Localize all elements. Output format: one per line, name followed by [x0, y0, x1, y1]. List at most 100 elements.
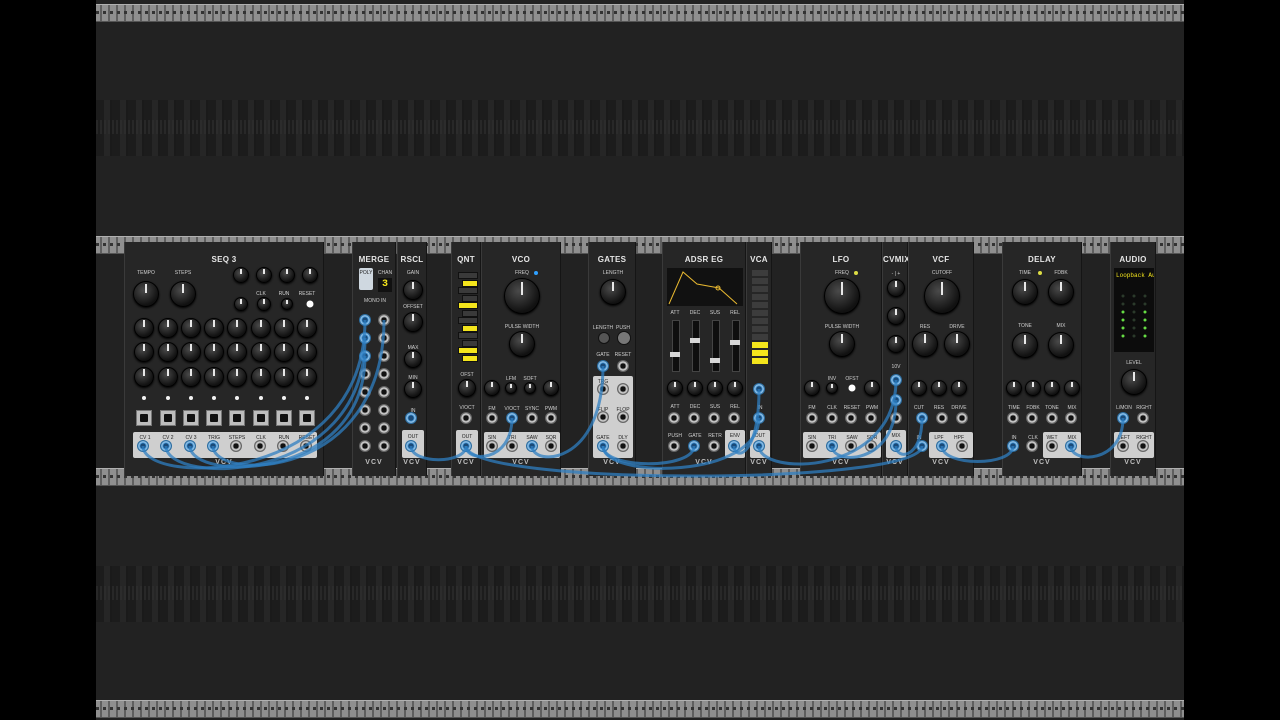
jack-port[interactable]	[1026, 412, 1038, 424]
level-knob[interactable]	[1121, 369, 1147, 395]
inv-switch[interactable]	[826, 382, 838, 394]
jack-port[interactable]	[486, 440, 498, 452]
tempo-knob[interactable]	[133, 281, 159, 307]
tempo-cv-knob[interactable]	[234, 297, 248, 311]
step-knob[interactable]	[158, 318, 178, 338]
soft-switch[interactable]	[524, 382, 536, 394]
jack-port[interactable]	[1007, 440, 1019, 452]
device-name[interactable]: Loopback Aud	[1116, 272, 1154, 279]
jack-port[interactable]	[1026, 440, 1038, 452]
step-knob[interactable]	[274, 318, 294, 338]
pulse-width-knob[interactable]	[829, 331, 855, 357]
step-knob[interactable]	[274, 342, 294, 362]
step-knob[interactable]	[158, 342, 178, 362]
level-1-knob[interactable]	[887, 279, 905, 297]
jack-port[interactable]	[207, 440, 219, 452]
note-key[interactable]	[458, 332, 478, 339]
step-knob[interactable]	[204, 342, 224, 362]
jack-port[interactable]	[1065, 412, 1077, 424]
step-knob[interactable]	[227, 342, 247, 362]
jack-port[interactable]	[230, 440, 242, 452]
slider-handle[interactable]	[690, 338, 700, 343]
jack-port[interactable]	[936, 440, 948, 452]
max-knob[interactable]	[404, 350, 422, 368]
jack-port[interactable]	[359, 440, 371, 452]
jack-port[interactable]	[378, 386, 390, 398]
jack-port[interactable]	[1117, 440, 1129, 452]
step-knob[interactable]	[134, 318, 154, 338]
jack-port[interactable]	[300, 440, 312, 452]
jack-port[interactable]	[1046, 412, 1058, 424]
step-knob[interactable]	[227, 367, 247, 387]
jack-port[interactable]	[526, 412, 538, 424]
note-key[interactable]	[458, 347, 478, 354]
jack-port[interactable]	[184, 440, 196, 452]
cutoff-knob[interactable]	[924, 278, 960, 314]
res-knob[interactable]	[912, 331, 938, 357]
cv-knob[interactable]	[687, 380, 703, 396]
seq-param-knob[interactable]	[279, 267, 295, 283]
jack-port[interactable]	[359, 368, 371, 380]
jack-port[interactable]	[1137, 412, 1149, 424]
jack-port[interactable]	[728, 412, 740, 424]
gate-button[interactable]	[253, 410, 269, 426]
min-knob[interactable]	[404, 380, 422, 398]
cv-knob[interactable]	[1044, 380, 1060, 396]
jack-port[interactable]	[845, 412, 857, 424]
jack-port[interactable]	[916, 412, 928, 424]
jack-port[interactable]	[359, 314, 371, 326]
note-key[interactable]	[462, 339, 478, 347]
jack-port[interactable]	[506, 440, 518, 452]
cv-knob[interactable]	[1006, 380, 1022, 396]
jack-port[interactable]	[378, 314, 390, 326]
level-3-knob[interactable]	[887, 335, 905, 353]
jack-port[interactable]	[956, 412, 968, 424]
freq-knob[interactable]	[824, 278, 860, 314]
jack-port[interactable]	[708, 412, 720, 424]
jack-port[interactable]	[865, 412, 877, 424]
jack-port[interactable]	[359, 386, 371, 398]
step-knob[interactable]	[134, 342, 154, 362]
seq-param-knob[interactable]	[233, 267, 249, 283]
step-knob[interactable]	[251, 342, 271, 362]
jack-port[interactable]	[936, 412, 948, 424]
step-knob[interactable]	[204, 367, 224, 387]
cv-knob[interactable]	[911, 380, 927, 396]
jack-port[interactable]	[1137, 440, 1149, 452]
note-key[interactable]	[462, 354, 478, 362]
cv-knob[interactable]	[667, 380, 683, 396]
pulse-width-knob[interactable]	[509, 331, 535, 357]
jack-port[interactable]	[277, 440, 289, 452]
jack-port[interactable]	[890, 440, 902, 452]
tone-knob[interactable]	[1012, 332, 1038, 358]
steps-knob[interactable]	[170, 281, 196, 307]
gain-knob[interactable]	[403, 280, 423, 300]
step-knob[interactable]	[227, 318, 247, 338]
jack-port[interactable]	[1065, 440, 1077, 452]
jack-port[interactable]	[160, 440, 172, 452]
step-knob[interactable]	[134, 367, 154, 387]
seq-param-knob[interactable]	[302, 267, 318, 283]
gate-button[interactable]	[183, 410, 199, 426]
step-knob[interactable]	[181, 367, 201, 387]
jack-port[interactable]	[668, 440, 680, 452]
note-key[interactable]	[462, 324, 478, 332]
jack-port[interactable]	[806, 412, 818, 424]
step-knob[interactable]	[181, 318, 201, 338]
clk-button[interactable]	[281, 298, 293, 310]
gate-button[interactable]	[206, 410, 222, 426]
jack-port[interactable]	[890, 374, 902, 386]
jack-port[interactable]	[617, 360, 629, 372]
note-key[interactable]	[462, 294, 478, 302]
jack-port[interactable]	[916, 440, 928, 452]
time-knob[interactable]	[1012, 279, 1038, 305]
step-knob[interactable]	[158, 367, 178, 387]
jack-port[interactable]	[460, 440, 472, 452]
jack-port[interactable]	[806, 440, 818, 452]
drive-knob[interactable]	[944, 331, 970, 357]
note-key[interactable]	[462, 309, 478, 317]
jack-port[interactable]	[708, 440, 720, 452]
jack-port[interactable]	[597, 360, 609, 372]
jack-port[interactable]	[486, 412, 498, 424]
jack-port[interactable]	[359, 404, 371, 416]
